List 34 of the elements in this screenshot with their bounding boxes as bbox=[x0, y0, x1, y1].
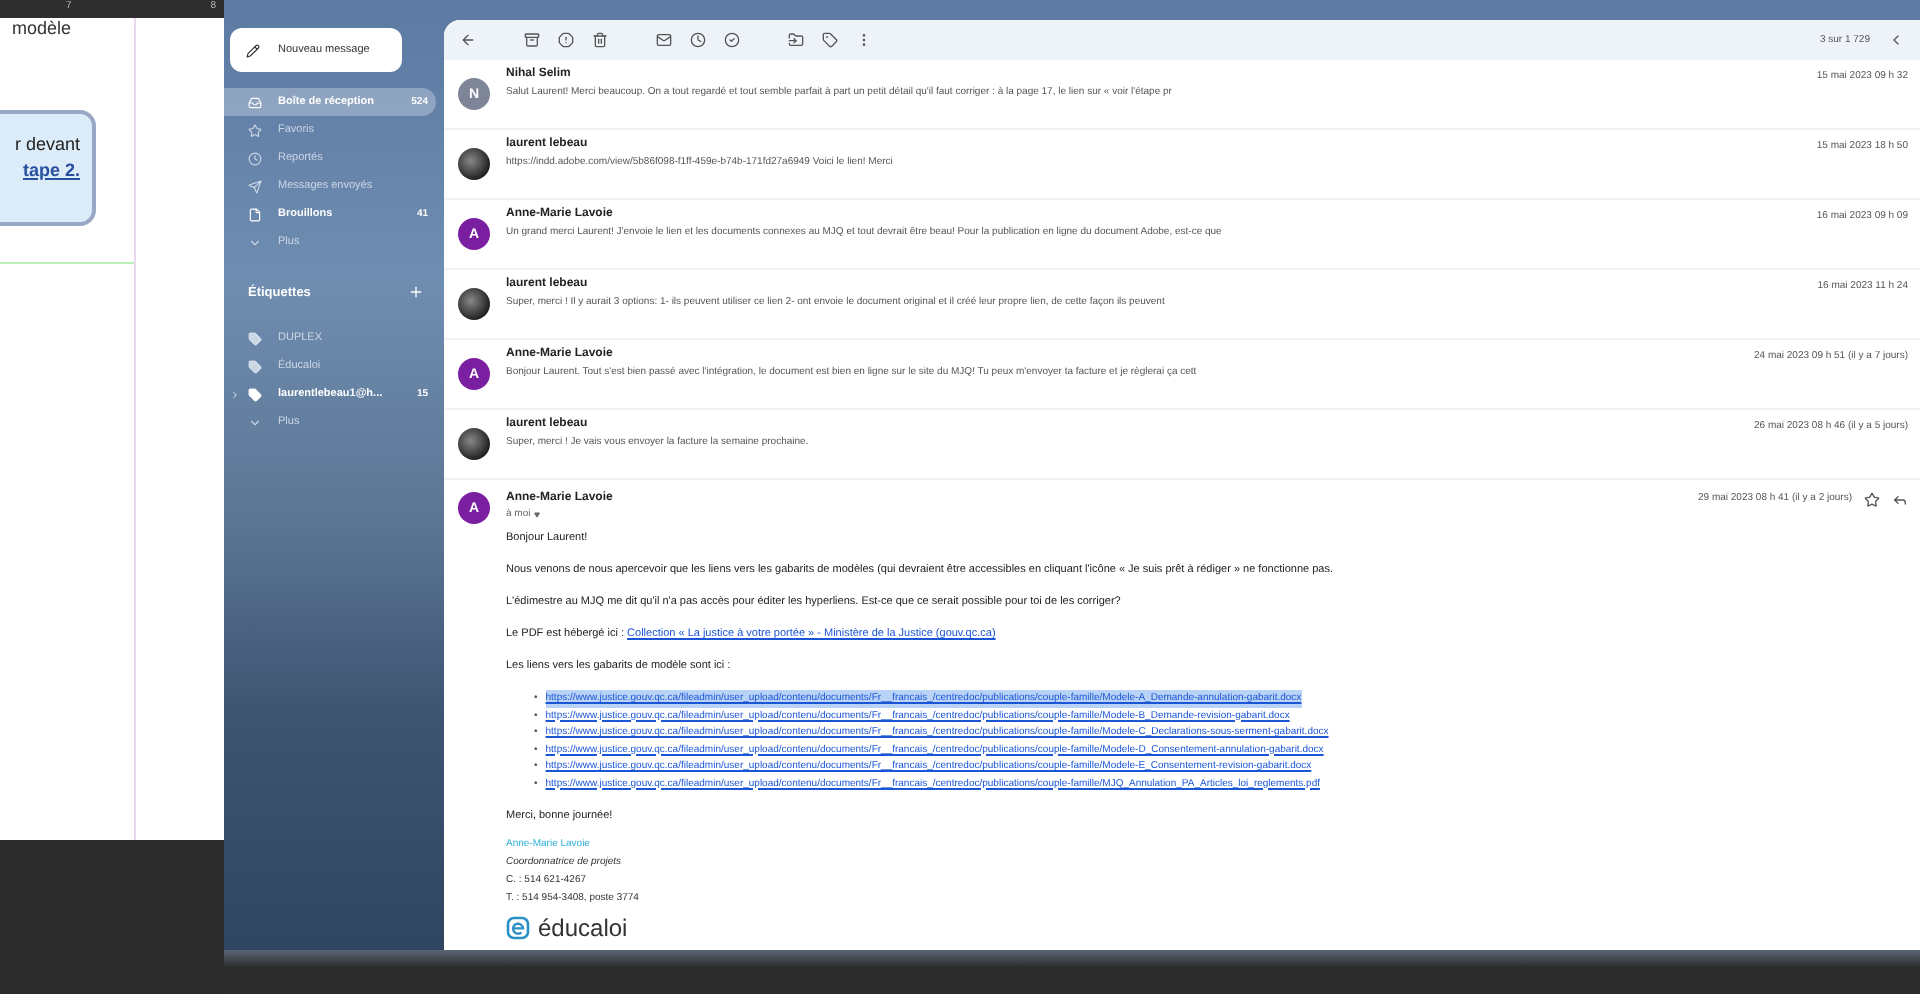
label-icon[interactable] bbox=[822, 32, 838, 48]
tag-icon bbox=[248, 359, 262, 373]
pencil-icon bbox=[246, 43, 260, 57]
file-icon bbox=[248, 207, 262, 221]
avatar-photo bbox=[458, 288, 490, 320]
inbox-icon bbox=[248, 95, 262, 109]
logo-icon bbox=[506, 916, 530, 940]
callout-link[interactable]: tape 2. bbox=[22, 160, 80, 180]
add-label-icon[interactable] bbox=[408, 284, 424, 300]
callout-text: r devant bbox=[14, 134, 80, 154]
alert-icon[interactable] bbox=[558, 32, 574, 48]
tag-icon bbox=[248, 331, 262, 345]
clock-icon[interactable] bbox=[690, 32, 706, 48]
star-icon bbox=[248, 123, 262, 137]
chevron-icon bbox=[248, 235, 262, 249]
mail-icon[interactable] bbox=[656, 32, 672, 48]
folder-icon[interactable] bbox=[788, 32, 804, 48]
back-icon[interactable] bbox=[460, 32, 476, 48]
logo-wordmark: éducaloi bbox=[538, 916, 628, 940]
tag-icon bbox=[248, 387, 262, 401]
caret-icon bbox=[534, 511, 541, 517]
chevron-icon bbox=[248, 415, 262, 429]
send-icon bbox=[248, 179, 262, 193]
reply-icon[interactable] bbox=[1892, 492, 1908, 508]
clock-icon bbox=[248, 151, 262, 165]
star-icon[interactable] bbox=[1864, 492, 1880, 508]
delete-icon[interactable] bbox=[592, 32, 608, 48]
check-circle-icon[interactable] bbox=[724, 32, 740, 48]
archive-icon[interactable] bbox=[524, 32, 540, 48]
expand-icon[interactable] bbox=[230, 389, 240, 399]
previous-icon[interactable] bbox=[1888, 32, 1904, 48]
heading-fragment: modèle bbox=[10, 18, 74, 38]
avatar-photo bbox=[458, 428, 490, 460]
avatar-photo bbox=[458, 148, 490, 180]
